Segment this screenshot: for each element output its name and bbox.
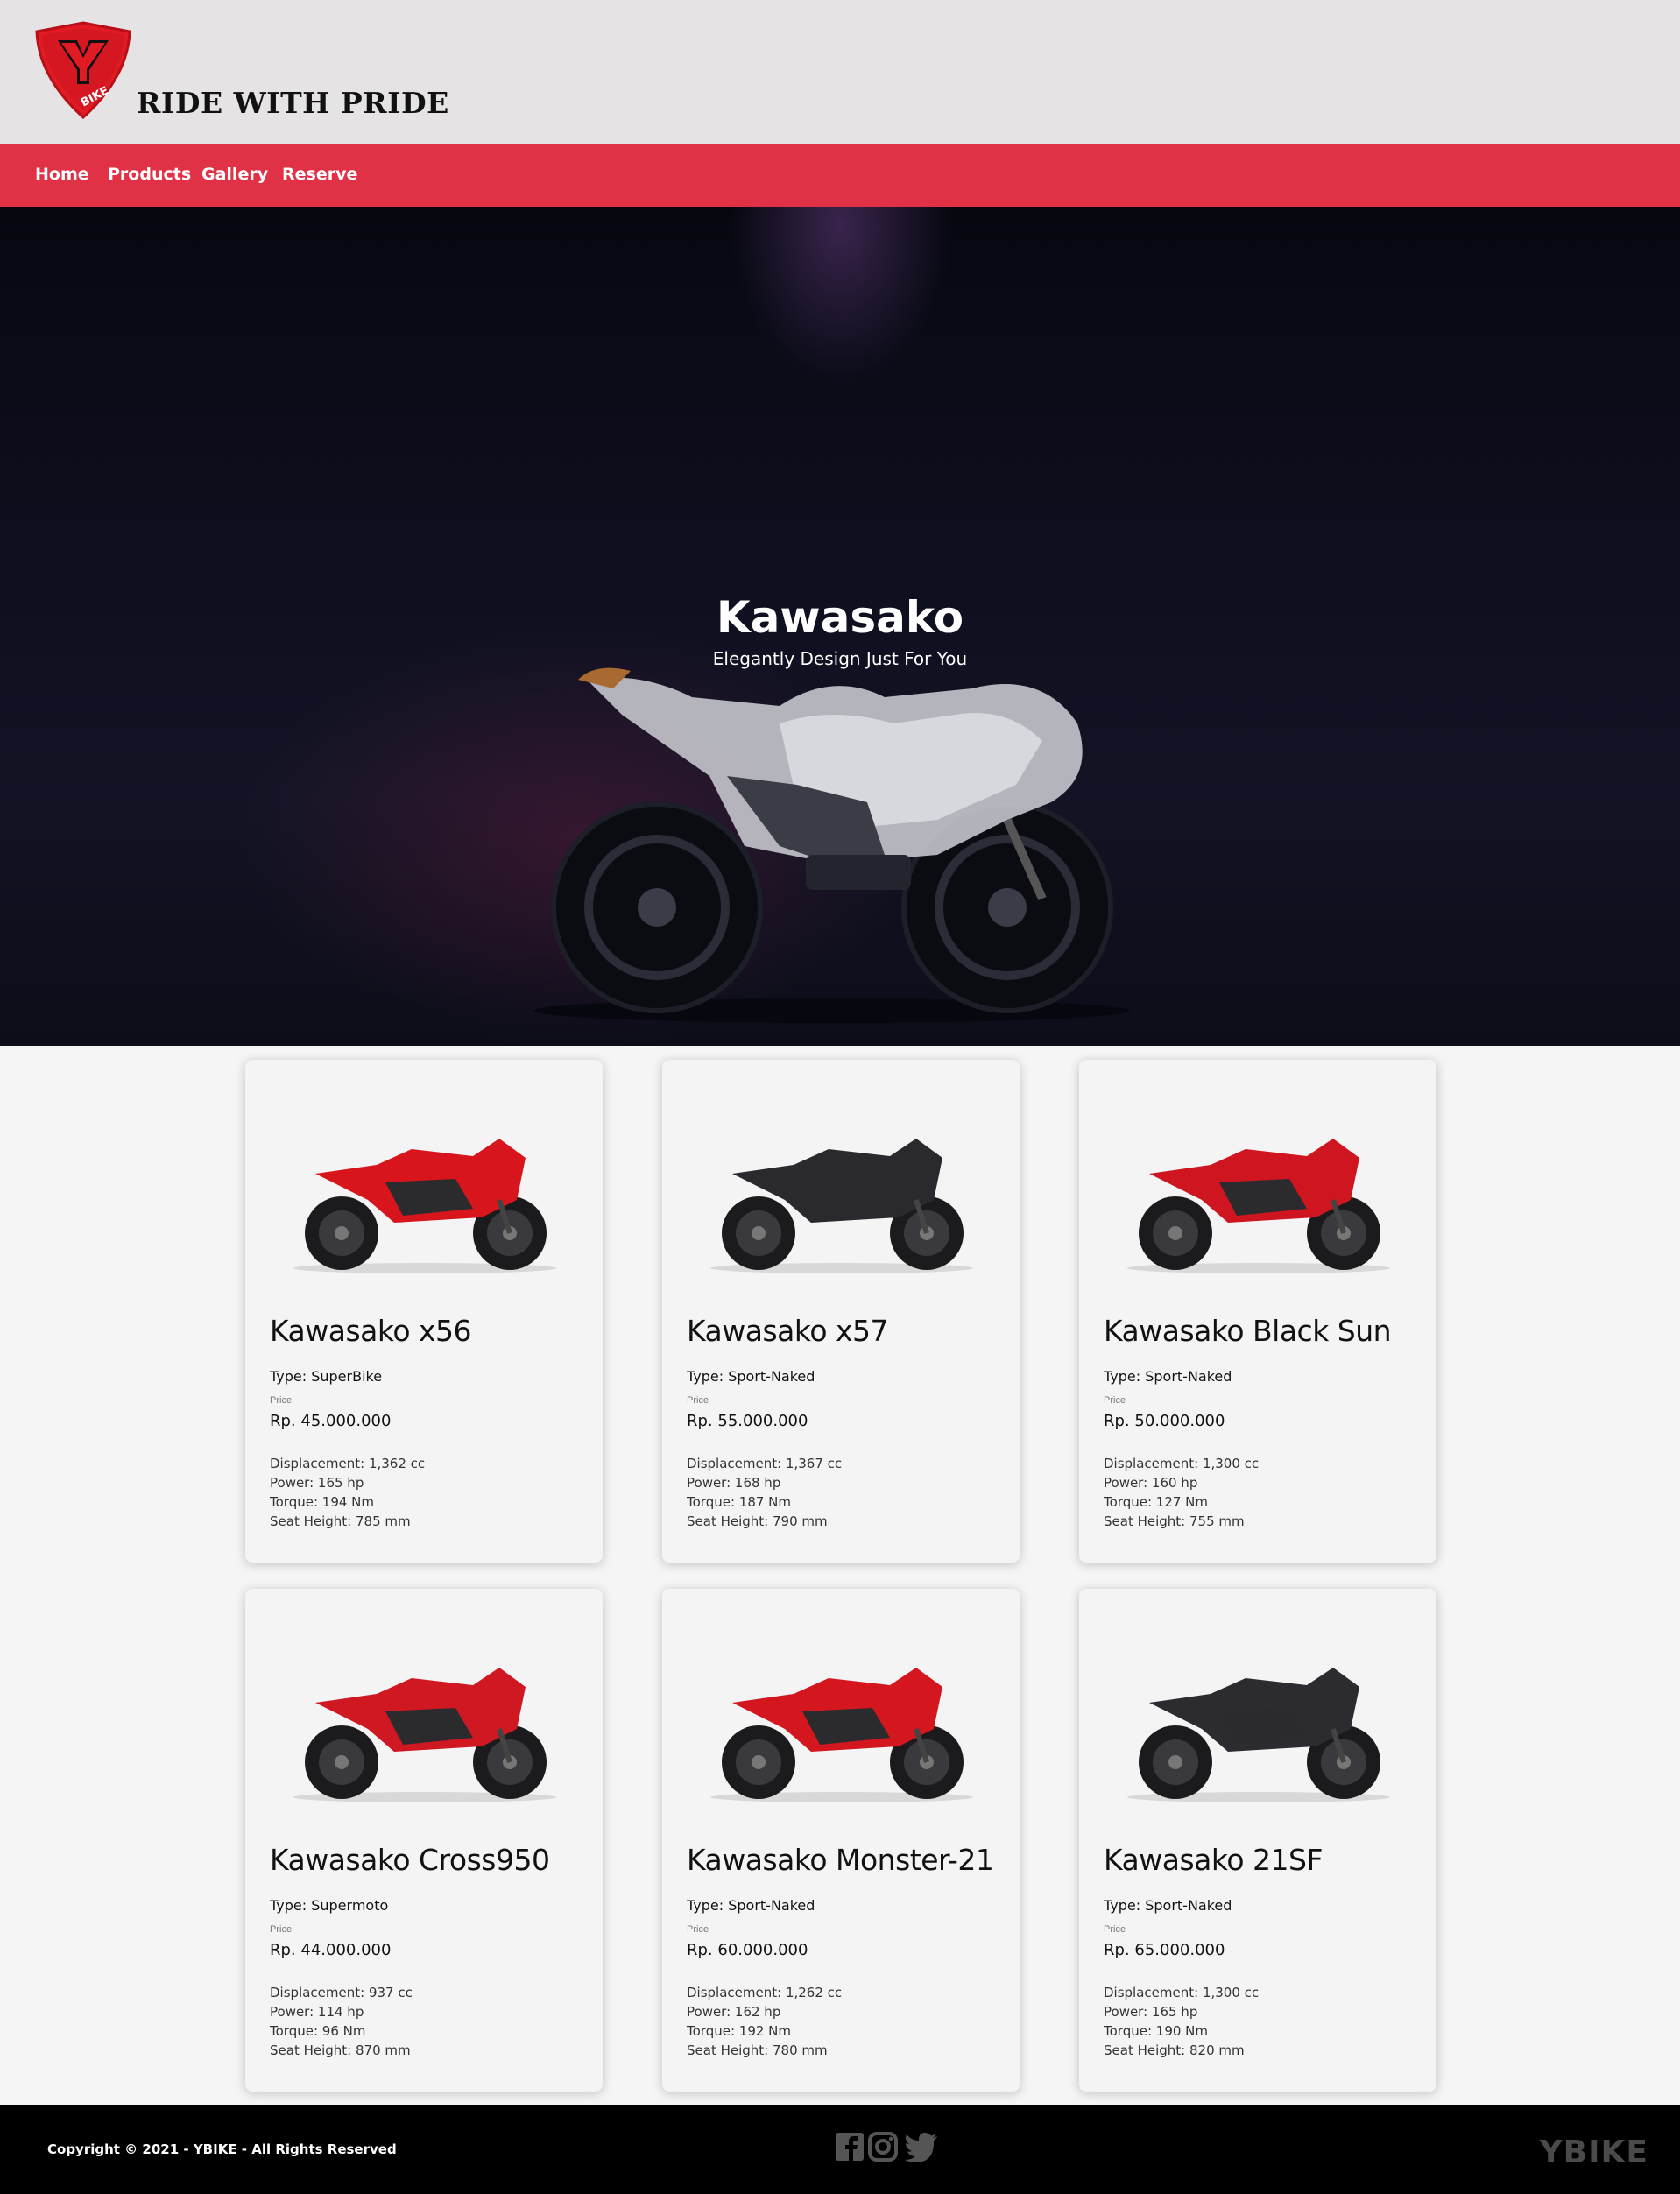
product-type: Type: Supermoto	[270, 1897, 389, 1914]
product-name: Kawasako x57	[687, 1314, 889, 1348]
spec-torque: Torque: 127 Nm	[1104, 1494, 1209, 1510]
product-card[interactable]: Kawasako Cross950 Type: Supermoto Price Rp.…	[245, 1589, 603, 2092]
product-price: Rp. 44.000.000	[270, 1941, 392, 1959]
product-motorcycle-image	[1127, 1668, 1390, 1802]
spec-power: Power: 168 hp	[687, 1475, 781, 1491]
nav-products[interactable]: Products	[108, 165, 191, 184]
spec-seat-height: Seat Height: 870 mm	[270, 2042, 411, 2058]
product-name: Kawasako Cross950	[270, 1843, 550, 1877]
product-specs: Displacement: 1,362 cc Power: 165 hp Torqu…	[270, 1454, 425, 1531]
product-card[interactable]: Kawasako x56 Type: SuperBike Price Rp. 45.0…	[245, 1060, 603, 1563]
spec-power: Power: 114 hp	[270, 2004, 364, 2020]
product-specs: Displacement: 1,367 cc Power: 168 hp Torqu…	[687, 1454, 842, 1531]
price-label: Price	[270, 1924, 293, 1935]
product-name: Kawasako Black Sun	[1104, 1314, 1392, 1348]
spec-displacement: Displacement: 937 cc	[270, 1985, 413, 2000]
site-header: BIKE RIDE WITH PRIDE	[0, 0, 1680, 144]
spec-torque: Torque: 192 Nm	[687, 2023, 792, 2039]
product-specs: Displacement: 937 cc Power: 114 hp Torque:…	[270, 1983, 413, 2060]
product-price: Rp. 55.000.000	[687, 1412, 808, 1430]
product-specs: Displacement: 1,262 cc Power: 162 hp Torqu…	[687, 1983, 842, 2060]
instagram-icon[interactable]	[867, 2131, 899, 2162]
spec-seat-height: Seat Height: 790 mm	[687, 1513, 828, 1529]
product-type: Type: Sport-Naked	[687, 1897, 815, 1914]
site-tagline: RIDE WITH PRIDE	[137, 86, 449, 120]
spec-torque: Torque: 190 Nm	[1104, 2023, 1209, 2039]
spec-seat-height: Seat Height: 820 mm	[1104, 2042, 1245, 2058]
product-specs: Displacement: 1,300 cc Power: 165 hp Torqu…	[1104, 1983, 1259, 2060]
product-motorcycle-image	[710, 1139, 973, 1273]
nav-home[interactable]: Home	[35, 165, 89, 184]
hero-motorcycle-image	[534, 667, 1130, 1023]
product-specs: Displacement: 1,300 cc Power: 160 hp Torqu…	[1104, 1454, 1259, 1531]
product-card[interactable]: Kawasako 21SF Type: Sport-Naked Price Rp. 6…	[1079, 1589, 1436, 2092]
spec-power: Power: 165 hp	[1104, 2004, 1198, 2020]
spec-displacement: Displacement: 1,362 cc	[270, 1456, 426, 1471]
spec-seat-height: Seat Height: 755 mm	[1104, 1513, 1245, 1529]
copyright-text: Copyright © 2021 - YBIKE - All Rights Re…	[47, 2141, 397, 2157]
product-price: Rp. 65.000.000	[1104, 1941, 1225, 1959]
product-type: Type: Sport-Naked	[687, 1368, 815, 1385]
product-type: Type: Sport-Naked	[1104, 1897, 1232, 1914]
spec-torque: Torque: 194 Nm	[270, 1494, 375, 1510]
price-label: Price	[1104, 1395, 1126, 1406]
spec-displacement: Displacement: 1,300 cc	[1104, 1456, 1260, 1471]
spec-power: Power: 160 hp	[1104, 1475, 1198, 1491]
product-type: Type: Sport-Naked	[1104, 1368, 1232, 1385]
price-label: Price	[687, 1924, 709, 1935]
product-name: Kawasako Monster-21	[687, 1843, 994, 1877]
spec-seat-height: Seat Height: 780 mm	[687, 2042, 828, 2058]
product-name: Kawasako x56	[270, 1314, 472, 1348]
spec-displacement: Displacement: 1,367 cc	[687, 1456, 843, 1471]
spec-torque: Torque: 187 Nm	[687, 1494, 792, 1510]
main-nav: Home Products Gallery Reserve	[0, 144, 1680, 207]
nav-reserve[interactable]: Reserve	[282, 165, 357, 184]
facebook-icon[interactable]	[834, 2131, 865, 2162]
product-price: Rp. 60.000.000	[687, 1941, 808, 1959]
hero-banner: Kawasako Elegantly Design Just For You	[0, 207, 1680, 1046]
product-price: Rp. 45.000.000	[270, 1412, 392, 1430]
price-label: Price	[687, 1395, 709, 1406]
product-name: Kawasako 21SF	[1104, 1843, 1323, 1877]
product-card[interactable]: Kawasako x57 Type: Sport-Naked Price Rp. 55…	[662, 1060, 1020, 1563]
hero-subtitle: Elegantly Design Just For You	[712, 648, 968, 669]
product-card[interactable]: Kawasako Monster-21 Type: Sport-Naked Pric…	[662, 1589, 1020, 2092]
twitter-icon[interactable]	[904, 2131, 939, 2162]
product-motorcycle-image	[1127, 1139, 1390, 1273]
spec-displacement: Displacement: 1,262 cc	[687, 1985, 843, 2000]
spec-power: Power: 165 hp	[270, 1475, 364, 1491]
spec-power: Power: 162 hp	[687, 2004, 781, 2020]
product-motorcycle-image	[710, 1668, 973, 1802]
footer-brand-logo: YBIKE	[1539, 2134, 1648, 2170]
spec-seat-height: Seat Height: 785 mm	[270, 1513, 411, 1529]
product-type: Type: SuperBike	[270, 1368, 383, 1385]
site-footer: Copyright © 2021 - YBIKE - All Rights Re…	[0, 2105, 1680, 2194]
hero-title: Kawasako	[716, 592, 964, 643]
product-card[interactable]: Kawasako Black Sun Type: Sport-Naked Price…	[1079, 1060, 1436, 1563]
ybike-logo[interactable]: BIKE	[32, 19, 135, 121]
product-price: Rp. 50.000.000	[1104, 1412, 1225, 1430]
price-label: Price	[270, 1395, 293, 1406]
product-motorcycle-image	[293, 1139, 556, 1273]
nav-gallery[interactable]: Gallery	[201, 165, 268, 184]
spec-torque: Torque: 96 Nm	[270, 2023, 366, 2039]
product-motorcycle-image	[293, 1668, 556, 1802]
spec-displacement: Displacement: 1,300 cc	[1104, 1985, 1260, 2000]
price-label: Price	[1104, 1924, 1126, 1935]
